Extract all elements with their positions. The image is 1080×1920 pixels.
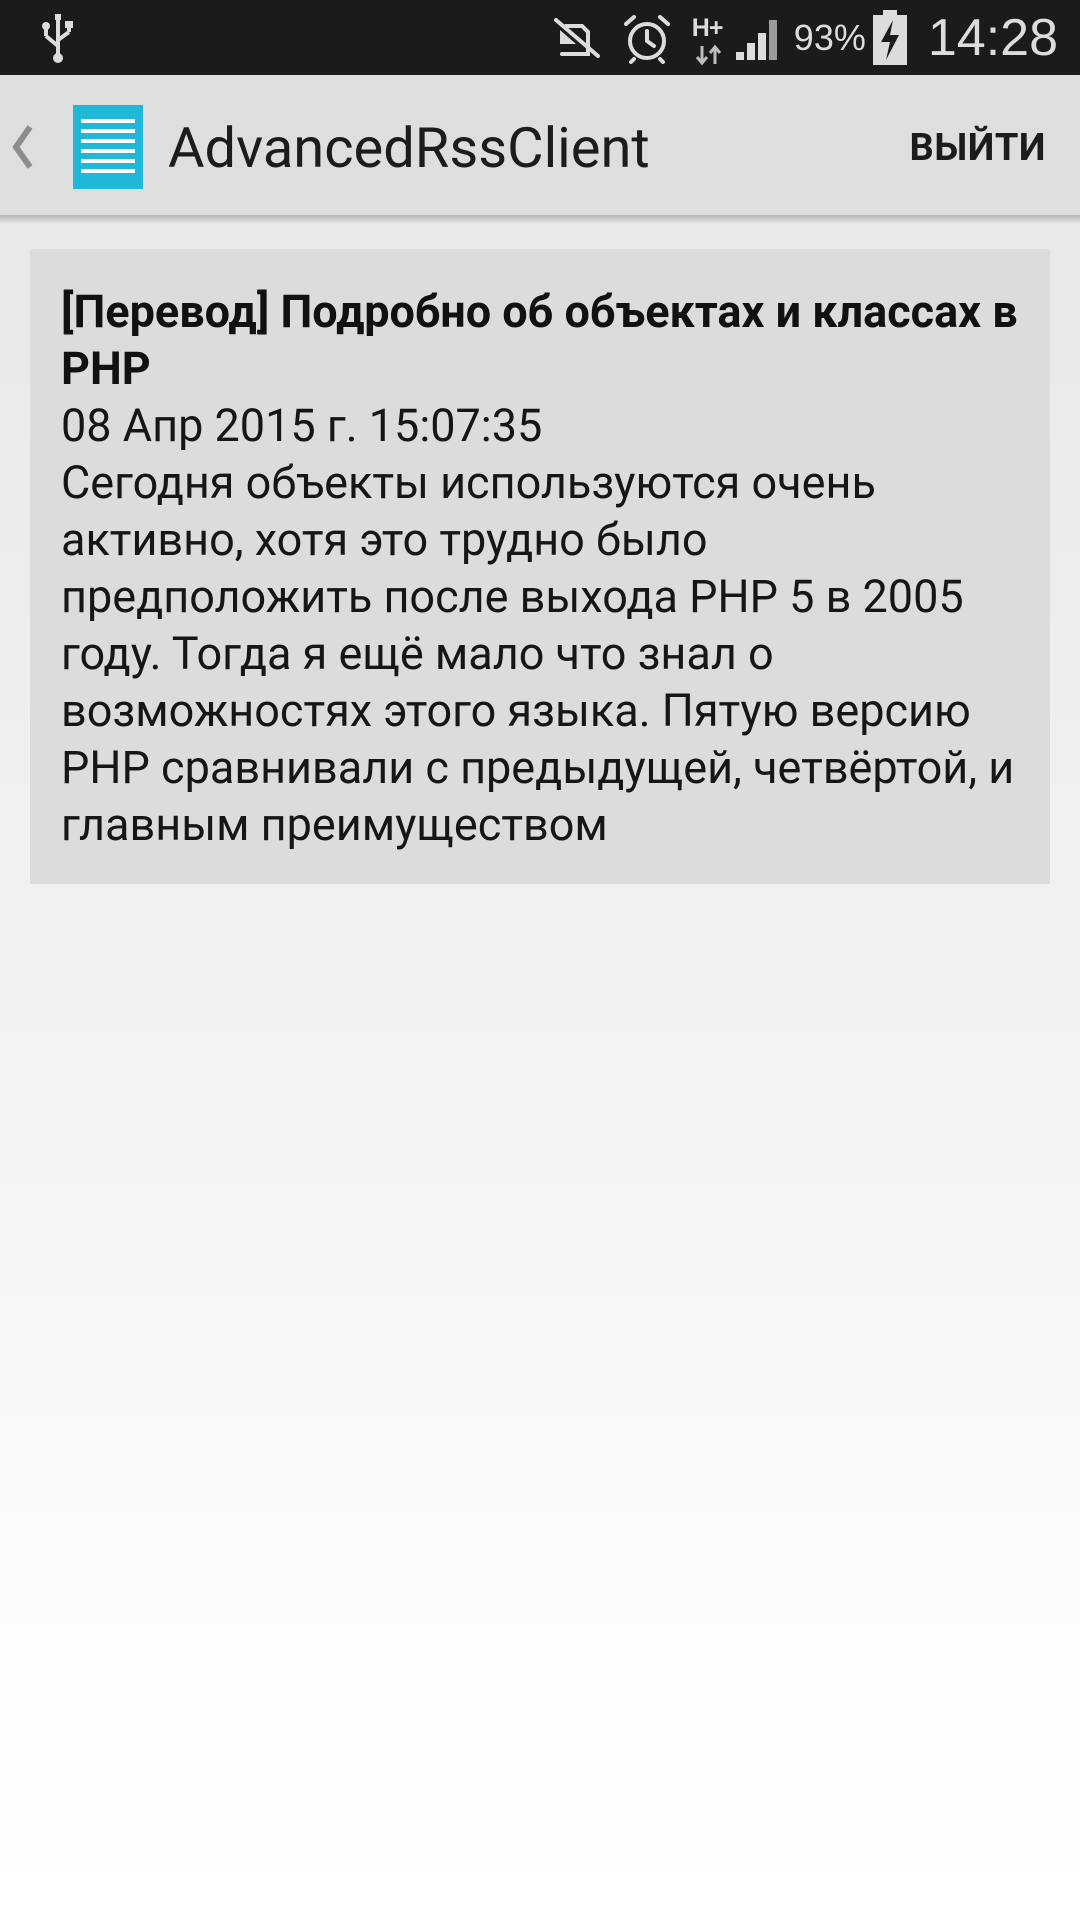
article-date: 08 Апр 2015 г. 15:07:35 [61,399,543,452]
article-title: [Перевод] Подробно об объектах и классах… [61,285,1018,395]
rss-list-icon [73,105,143,189]
up-navigation-button[interactable] [0,75,160,215]
alarm-icon [623,14,670,64]
logout-button[interactable]: ВЫЙТИ [909,75,1046,215]
chevron-left-icon [12,125,33,169]
article-card[interactable]: [Перевод] Подробно об объектах и классах… [30,249,1050,884]
network-type-icon: H+ [690,8,730,68]
network-type-label: H+ [691,13,724,42]
battery-icon [872,9,907,65]
action-bar-shadow [0,215,1080,224]
signal-icon [735,19,777,60]
usb-icon [42,14,73,63]
status-icons: H+ 93% 14:28 [552,0,1058,75]
status-bar: H+ 93% 14:28 [0,0,1080,75]
app-title: AdvancedRssClient [168,115,650,181]
clock: 14:28 [927,8,1058,67]
mute-icon [553,17,600,58]
battery-percent: 93% [793,16,866,58]
article-summary: Сегодня объекты используются очень актив… [61,456,1015,851]
